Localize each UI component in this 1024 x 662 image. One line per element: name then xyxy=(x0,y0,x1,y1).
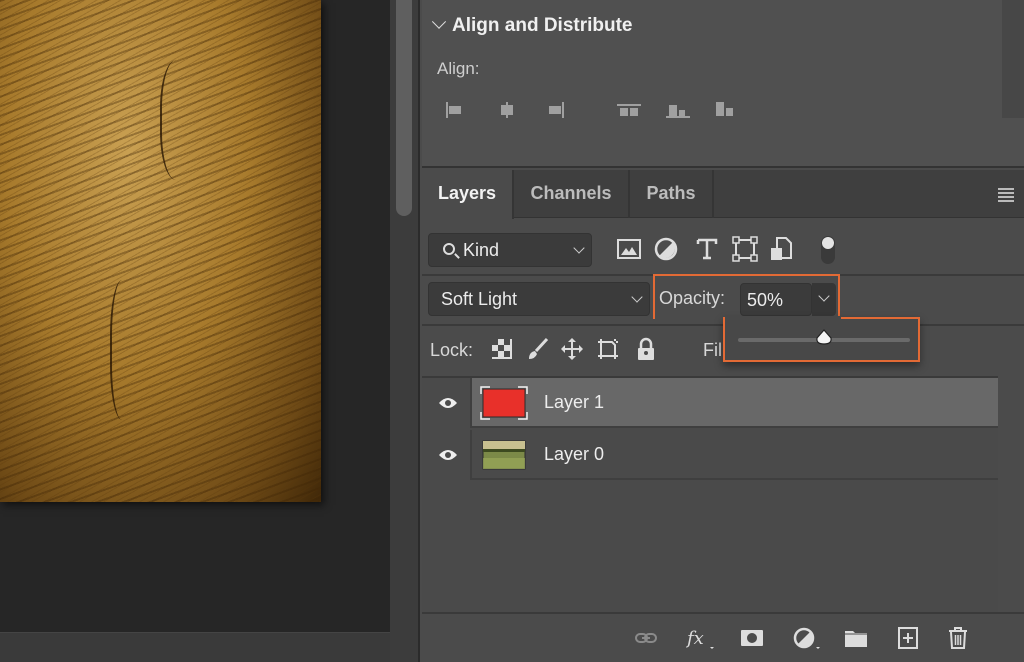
chevron-down-icon xyxy=(818,290,830,302)
panel-scrollbar[interactable] xyxy=(1002,0,1024,118)
visibility-column xyxy=(422,430,472,480)
new-layer-icon[interactable] xyxy=(896,626,920,650)
eye-visibility-icon[interactable] xyxy=(438,448,458,462)
align-distribute-panel: Align and Distribute Align: xyxy=(422,0,1024,168)
opacity-slider-popup xyxy=(723,316,920,362)
smart-object-filter-icon[interactable] xyxy=(768,236,794,262)
align-left-edges-icon[interactable] xyxy=(444,100,466,120)
tab-channels[interactable]: Channels xyxy=(514,170,630,218)
layer-thumbnail xyxy=(480,386,528,420)
align-label: Align: xyxy=(437,59,480,78)
lock-transparent-pixels-icon[interactable] xyxy=(490,337,514,361)
opacity-input[interactable]: 50% xyxy=(740,283,812,316)
layer-thumbnail xyxy=(482,440,526,470)
delete-layer-trash-icon[interactable] xyxy=(946,626,970,650)
lock-image-pixels-brush-icon[interactable] xyxy=(526,337,550,361)
lock-all-icon[interactable] xyxy=(634,337,658,361)
align-horizontal-centers-icon[interactable] xyxy=(496,100,518,120)
align-right-edges-icon[interactable] xyxy=(546,100,568,120)
filter-toggle-icon[interactable] xyxy=(818,234,838,266)
align-panel-header[interactable]: Align and Distribute xyxy=(431,14,633,37)
visibility-column xyxy=(422,378,472,428)
image-texture xyxy=(110,280,140,420)
opacity-slider-toggle[interactable] xyxy=(812,283,836,316)
blend-mode-value: Soft Light xyxy=(441,289,518,309)
new-group-folder-icon[interactable] xyxy=(844,626,868,650)
adjustment-layer-filter-icon[interactable] xyxy=(653,236,679,262)
lock-position-move-icon[interactable] xyxy=(560,337,584,361)
horizontal-scrollbar[interactable] xyxy=(0,632,390,662)
kind-label: Kind xyxy=(463,240,500,260)
search-icon xyxy=(443,243,455,255)
layer-style-fx-icon[interactable]: fx xyxy=(686,626,716,650)
align-bottom-edges-icon[interactable] xyxy=(714,100,736,120)
blend-mode-select[interactable]: Soft Light xyxy=(428,282,650,316)
panel-menu-icon[interactable] xyxy=(998,188,1014,202)
chevron-down-icon xyxy=(573,242,585,254)
link-layers-icon[interactable] xyxy=(634,626,658,650)
layers-panel-footer: fx xyxy=(422,612,1024,662)
fill-label: Fil xyxy=(703,340,722,360)
tab-paths[interactable]: Paths xyxy=(630,170,714,218)
layer-row-layer-0[interactable]: Layer 0 xyxy=(422,430,998,480)
opacity-value: 50% xyxy=(747,290,784,310)
layer-filter-kind-select[interactable]: Kind xyxy=(428,233,592,267)
opacity-label: Opacity: xyxy=(659,288,726,308)
align-top-edges-icon[interactable] xyxy=(616,100,642,120)
eye-visibility-icon[interactable] xyxy=(438,396,458,410)
lock-label: Lock: xyxy=(430,340,474,360)
add-mask-icon[interactable] xyxy=(740,626,764,650)
align-vertical-centers-icon[interactable] xyxy=(664,100,690,120)
right-panel-dock: Align and Distribute Align: Layers Chann… xyxy=(420,0,1024,662)
lock-artboard-icon[interactable] xyxy=(596,337,620,361)
image-texture xyxy=(160,60,200,180)
shape-layer-filter-icon[interactable] xyxy=(732,236,758,262)
vertical-scrollbar[interactable] xyxy=(390,0,420,662)
new-adjustment-layer-icon[interactable] xyxy=(792,626,822,650)
layer-name[interactable]: Layer 1 xyxy=(544,392,604,413)
opacity-slider-thumb[interactable] xyxy=(815,329,833,345)
svg-text:fx: fx xyxy=(686,628,704,649)
chevron-down-icon[interactable] xyxy=(431,14,447,29)
divider xyxy=(422,274,1024,276)
tab-layers[interactable]: Layers xyxy=(422,170,514,219)
layer-list: Layer 1 Layer 0 xyxy=(422,376,998,616)
canvas-image xyxy=(0,0,321,502)
panel-title: Align and Distribute xyxy=(452,15,633,36)
scrollbar-thumb[interactable] xyxy=(396,0,412,216)
pixel-layer-filter-icon[interactable] xyxy=(616,236,642,262)
type-layer-filter-icon[interactable] xyxy=(694,236,720,262)
chevron-down-icon xyxy=(631,291,643,303)
panel-tabs: Layers Channels Paths xyxy=(422,170,1024,219)
layer-name[interactable]: Layer 0 xyxy=(544,444,604,465)
document-canvas[interactable] xyxy=(0,0,390,662)
layer-row-layer-1[interactable]: Layer 1 xyxy=(422,378,998,428)
layers-panel: Layers Channels Paths Kind Soft Light Op… xyxy=(422,170,1024,662)
